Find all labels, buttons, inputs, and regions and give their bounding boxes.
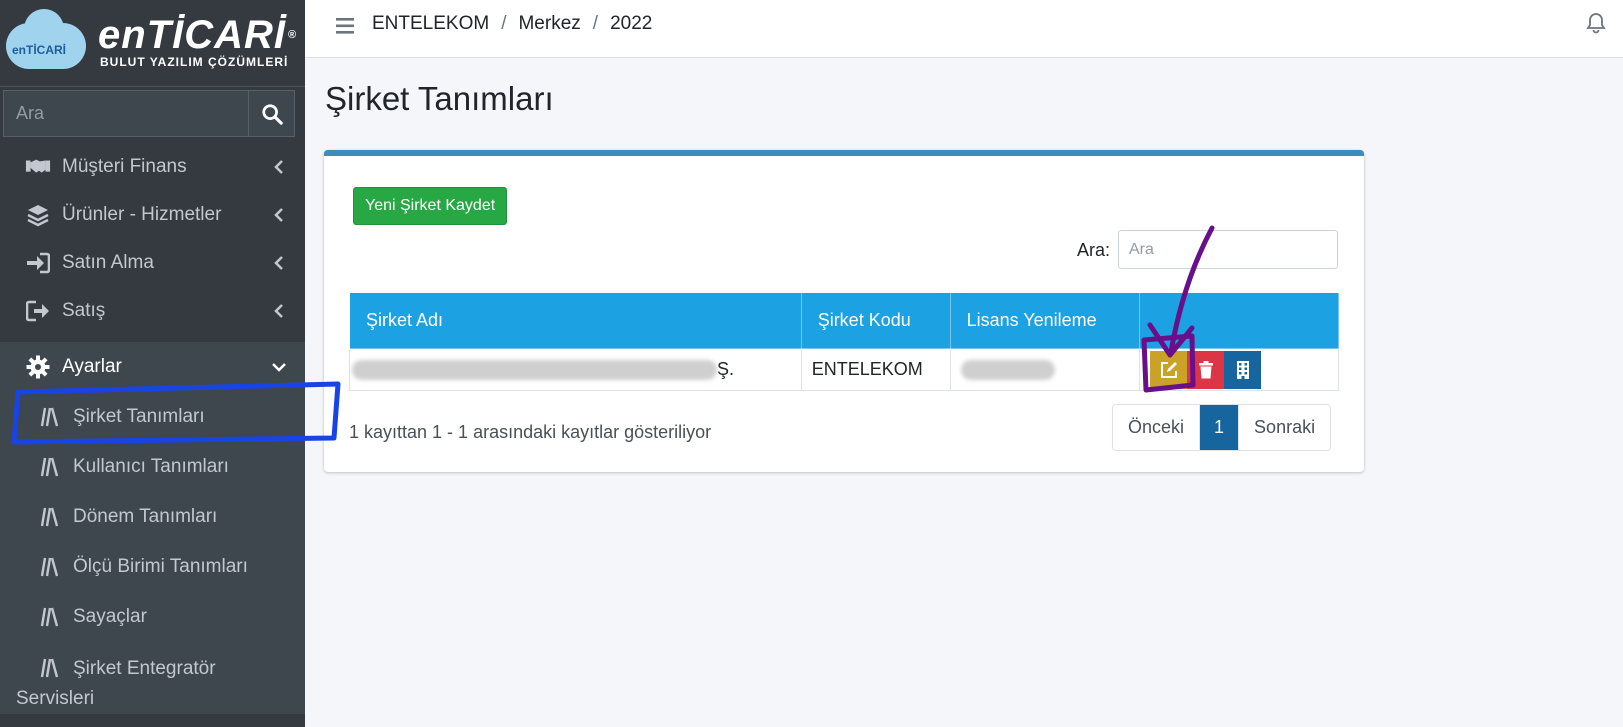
sidebar-search-button[interactable] bbox=[248, 90, 295, 137]
sign-in-icon bbox=[25, 250, 51, 276]
sidebar-subitem-kullanici-tanimlari[interactable]: Kullanıcı Tanımları bbox=[0, 442, 305, 492]
table-info: 1 kayıttan 1 - 1 arasındaki kayıtlar gös… bbox=[349, 422, 712, 442]
top-navbar: ENTELEKOM / Merkez / 2022 bbox=[305, 0, 1623, 58]
cell-actions bbox=[1139, 348, 1339, 391]
breadcrumb-branch[interactable]: Merkez bbox=[518, 13, 580, 35]
delete-button[interactable] bbox=[1187, 350, 1225, 389]
cell-company-name: Ş. bbox=[349, 348, 802, 391]
cloud-logo-icon: enTİCARİ bbox=[6, 9, 86, 71]
sidebar-subitem-donem-tanimlari[interactable]: Dönem Tanımları bbox=[0, 492, 305, 542]
branch-button[interactable] bbox=[1224, 350, 1262, 389]
column-header-company-name[interactable]: Şirket Adı bbox=[349, 292, 802, 349]
building-icon bbox=[1236, 360, 1249, 379]
sidebar-search bbox=[3, 90, 295, 137]
registered-mark: ® bbox=[288, 29, 298, 41]
brand-text: enTİCARİ ® BULUT YAZILIM ÇÖZÜMLERİ bbox=[98, 13, 298, 69]
company-table: Şirket Adı Şirket Kodu Lisans Yenileme Ş… bbox=[349, 292, 1339, 391]
pagination-next[interactable]: Sonraki bbox=[1238, 405, 1331, 450]
chevron-left-icon bbox=[272, 256, 286, 270]
book-spines-icon bbox=[38, 406, 60, 428]
sidebar-item-satis[interactable]: Satış bbox=[0, 286, 305, 336]
handshake-icon bbox=[25, 154, 51, 180]
pagination-page-1[interactable]: 1 bbox=[1200, 405, 1239, 450]
column-header-actions bbox=[1139, 292, 1339, 349]
sidebar-item-ayarlar[interactable]: Ayarlar bbox=[0, 342, 305, 392]
sidebar-subitem-sirket-entegrator-servisleri[interactable]: Şirket Entegratör Servisleri bbox=[0, 642, 305, 714]
table-header-row: Şirket Adı Şirket Kodu Lisans Yenileme bbox=[349, 292, 1339, 349]
sidebar-item-urunler-hizmetler[interactable]: Ürünler - Hizmetler bbox=[0, 190, 305, 240]
trash-icon bbox=[1198, 360, 1213, 378]
breadcrumb: ENTELEKOM / Merkez / 2022 bbox=[372, 13, 652, 35]
book-spines-icon bbox=[38, 606, 60, 628]
edit-button[interactable] bbox=[1150, 350, 1188, 389]
sidebar-subitem-sayaclar[interactable]: Sayaçlar bbox=[0, 592, 305, 642]
sidebar-subitem-olcu-birimi-tanimlari[interactable]: Ölçü Birimi Tanımları bbox=[0, 542, 305, 592]
chevron-left-icon bbox=[272, 160, 286, 174]
brand-logo[interactable]: enTİCARİ enTİCARİ ® BULUT YAZILIM ÇÖZÜMLE… bbox=[0, 0, 305, 87]
brand-subtitle: BULUT YAZILIM ÇÖZÜMLERİ bbox=[100, 55, 289, 69]
gear-icon bbox=[25, 354, 51, 380]
bell-icon[interactable] bbox=[1585, 12, 1607, 34]
chevron-left-icon bbox=[272, 208, 286, 222]
page-title: Şirket Tanımları bbox=[325, 80, 554, 117]
brand-title: enTİCARİ ® bbox=[98, 13, 298, 57]
sidebar-search-input[interactable] bbox=[3, 90, 248, 137]
sidebar-item-musteri-finans[interactable]: Müşteri Finans bbox=[0, 142, 305, 192]
table-search-label: Ara: bbox=[1077, 240, 1111, 260]
breadcrumb-year[interactable]: 2022 bbox=[610, 13, 652, 35]
sidebar: enTİCARİ enTİCARİ ® BULUT YAZILIM ÇÖZÜMLE… bbox=[0, 0, 305, 727]
column-header-license-renewal[interactable]: Lisans Yenileme bbox=[949, 292, 1141, 349]
table-search-input[interactable] bbox=[1118, 230, 1338, 269]
column-header-company-code[interactable]: Şirket Kodu bbox=[800, 292, 951, 349]
table-row: Ş. ENTELEKOM bbox=[349, 348, 1339, 391]
book-spines-icon bbox=[38, 556, 60, 578]
pagination: Önceki 1 Sonraki bbox=[1112, 404, 1332, 451]
company-list-card: Yeni Şirket Kaydet Ara: Şirket Adı Şirke… bbox=[324, 150, 1364, 472]
sign-out-icon bbox=[25, 298, 51, 324]
row-actions bbox=[1150, 350, 1338, 389]
breadcrumb-separator: / bbox=[592, 13, 599, 34]
cell-company-code: ENTELEKOM bbox=[800, 348, 951, 391]
sidebar-item-satin-alma[interactable]: Satın Alma bbox=[0, 238, 305, 288]
pagination-previous[interactable]: Önceki bbox=[1113, 405, 1201, 450]
search-icon bbox=[261, 103, 283, 125]
cell-license-renewal bbox=[949, 348, 1141, 391]
chevron-down-icon bbox=[272, 360, 286, 374]
chevron-left-icon bbox=[272, 304, 286, 318]
breadcrumb-separator: / bbox=[501, 13, 507, 34]
book-spines-icon bbox=[38, 456, 60, 478]
edit-icon bbox=[1160, 361, 1177, 378]
book-spines-icon bbox=[38, 506, 60, 528]
redacted-license-date bbox=[960, 360, 1055, 381]
breadcrumb-company[interactable]: ENTELEKOM bbox=[372, 13, 489, 35]
sidebar-subitem-sirket-tanimlari[interactable]: Şirket Tanımları bbox=[0, 392, 305, 442]
new-company-button[interactable]: Yeni Şirket Kaydet bbox=[353, 187, 508, 225]
hamburger-menu-icon[interactable] bbox=[335, 15, 357, 37]
layers-icon bbox=[25, 202, 51, 228]
redacted-company-name bbox=[352, 360, 717, 381]
